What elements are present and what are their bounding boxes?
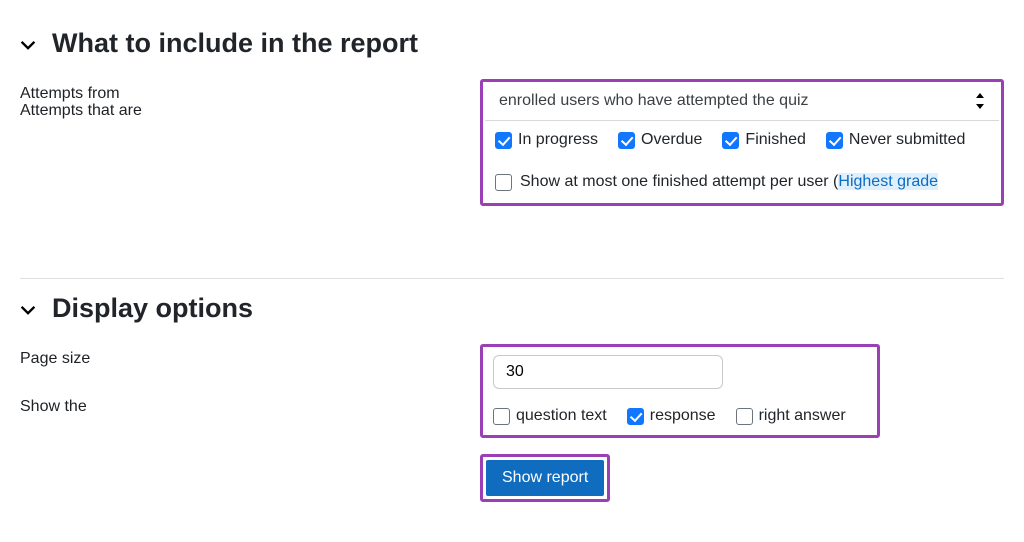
checkbox-icon	[736, 408, 753, 425]
chevron-down-icon	[20, 302, 34, 316]
checkbox-label: Finished	[745, 131, 805, 149]
show-report-highlight: Show report	[480, 454, 610, 502]
checkbox-icon	[495, 132, 512, 149]
checkbox-label: In progress	[518, 131, 598, 149]
section-display-header[interactable]: Display options	[20, 293, 1004, 324]
checkbox-in-progress[interactable]: In progress	[495, 131, 598, 149]
checkbox-label: Overdue	[641, 131, 702, 149]
highest-grade-link[interactable]: Highest grade	[838, 173, 938, 190]
checkbox-label: response	[650, 407, 716, 425]
checkbox-overdue[interactable]: Overdue	[618, 131, 702, 149]
select-sort-icon	[975, 93, 985, 109]
page-size-input[interactable]	[493, 355, 723, 389]
checkbox-icon	[722, 132, 739, 149]
label-page-size: Page size	[20, 344, 480, 368]
checkbox-icon	[826, 132, 843, 149]
checkbox-right-answer[interactable]: right answer	[736, 407, 846, 425]
checkbox-response[interactable]: response	[627, 407, 716, 425]
checkbox-icon	[618, 132, 635, 149]
attempts-from-select[interactable]: enrolled users who have attempted the qu…	[485, 84, 999, 121]
checkbox-never-submitted[interactable]: Never submitted	[826, 131, 966, 149]
chevron-down-icon	[20, 37, 34, 51]
attempts-from-value: enrolled users who have attempted the qu…	[499, 92, 809, 110]
row-page-size: Page size question text response right a…	[20, 338, 1004, 438]
attempts-highlight-box: enrolled users who have attempted the qu…	[480, 79, 1004, 206]
one-finished-attempt-row: Show at most one finished attempt per us…	[485, 151, 999, 195]
section-include-header[interactable]: What to include in the report	[20, 28, 1004, 59]
display-highlight-box: question text response right answer	[480, 344, 880, 438]
one-attempt-prefix: Show at most one finished attempt per us…	[520, 173, 838, 190]
checkbox-label: right answer	[759, 407, 846, 425]
show-the-checkboxes: question text response right answer	[483, 389, 877, 429]
checkbox-icon	[627, 408, 644, 425]
section-include-title: What to include in the report	[52, 28, 418, 59]
checkbox-question-text[interactable]: question text	[493, 407, 607, 425]
checkbox-finished[interactable]: Finished	[722, 131, 805, 149]
row-attempts-from: Attempts from enrolled users who have at…	[20, 73, 1004, 206]
show-report-button[interactable]: Show report	[486, 460, 604, 496]
checkbox-label: question text	[516, 407, 607, 425]
checkbox-icon	[493, 408, 510, 425]
section-display-title: Display options	[52, 293, 253, 324]
section-divider	[20, 278, 1004, 279]
checkbox-one-attempt[interactable]	[495, 174, 512, 191]
checkbox-label: Never submitted	[849, 131, 966, 149]
attempts-state-checkboxes: In progress Overdue Finished Never submi…	[485, 121, 999, 151]
label-attempts-from: Attempts from	[20, 79, 480, 103]
row-submit: Show report	[20, 454, 1004, 522]
one-attempt-text: Show at most one finished attempt per us…	[520, 173, 938, 191]
